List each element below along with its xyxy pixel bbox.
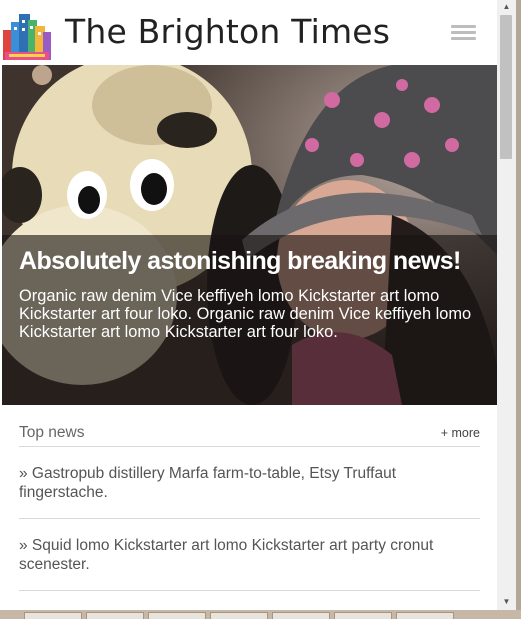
site-title[interactable]: The Brighton Times [65,12,390,51]
hero-headline[interactable]: Absolutely astonishing breaking news! [19,247,461,276]
window-edge [516,0,521,618]
scroll-down-arrow-icon[interactable]: ▼ [497,595,516,609]
news-item[interactable]: » Gastropub distillery Marfa farm-to-tab… [19,447,480,519]
top-news-title: Top news [19,424,85,441]
vertical-scrollbar[interactable]: ▲ ▼ [497,0,516,610]
page-viewport: The Brighton Times Absolutely astonishin… [0,0,497,610]
taskbar-strip [0,610,521,619]
news-item[interactable]: » Squid lomo Kickstarter art lomo Kickst… [19,519,480,591]
scroll-up-arrow-icon[interactable]: ▲ [497,0,516,14]
top-news-section: Top news + more » Gastropub distillery M… [19,420,480,591]
hero-summary: Organic raw denim Vice keffiyeh lomo Kic… [19,287,472,341]
top-news-header: Top news + more [19,420,480,447]
city-buildings-icon[interactable] [3,12,51,60]
hero-banner[interactable]: Absolutely astonishing breaking news! Or… [2,65,497,405]
hamburger-menu-icon[interactable] [446,22,480,46]
more-news-link[interactable]: + more [441,426,480,440]
scrollbar-thumb[interactable] [500,15,512,159]
site-header: The Brighton Times [0,0,497,65]
